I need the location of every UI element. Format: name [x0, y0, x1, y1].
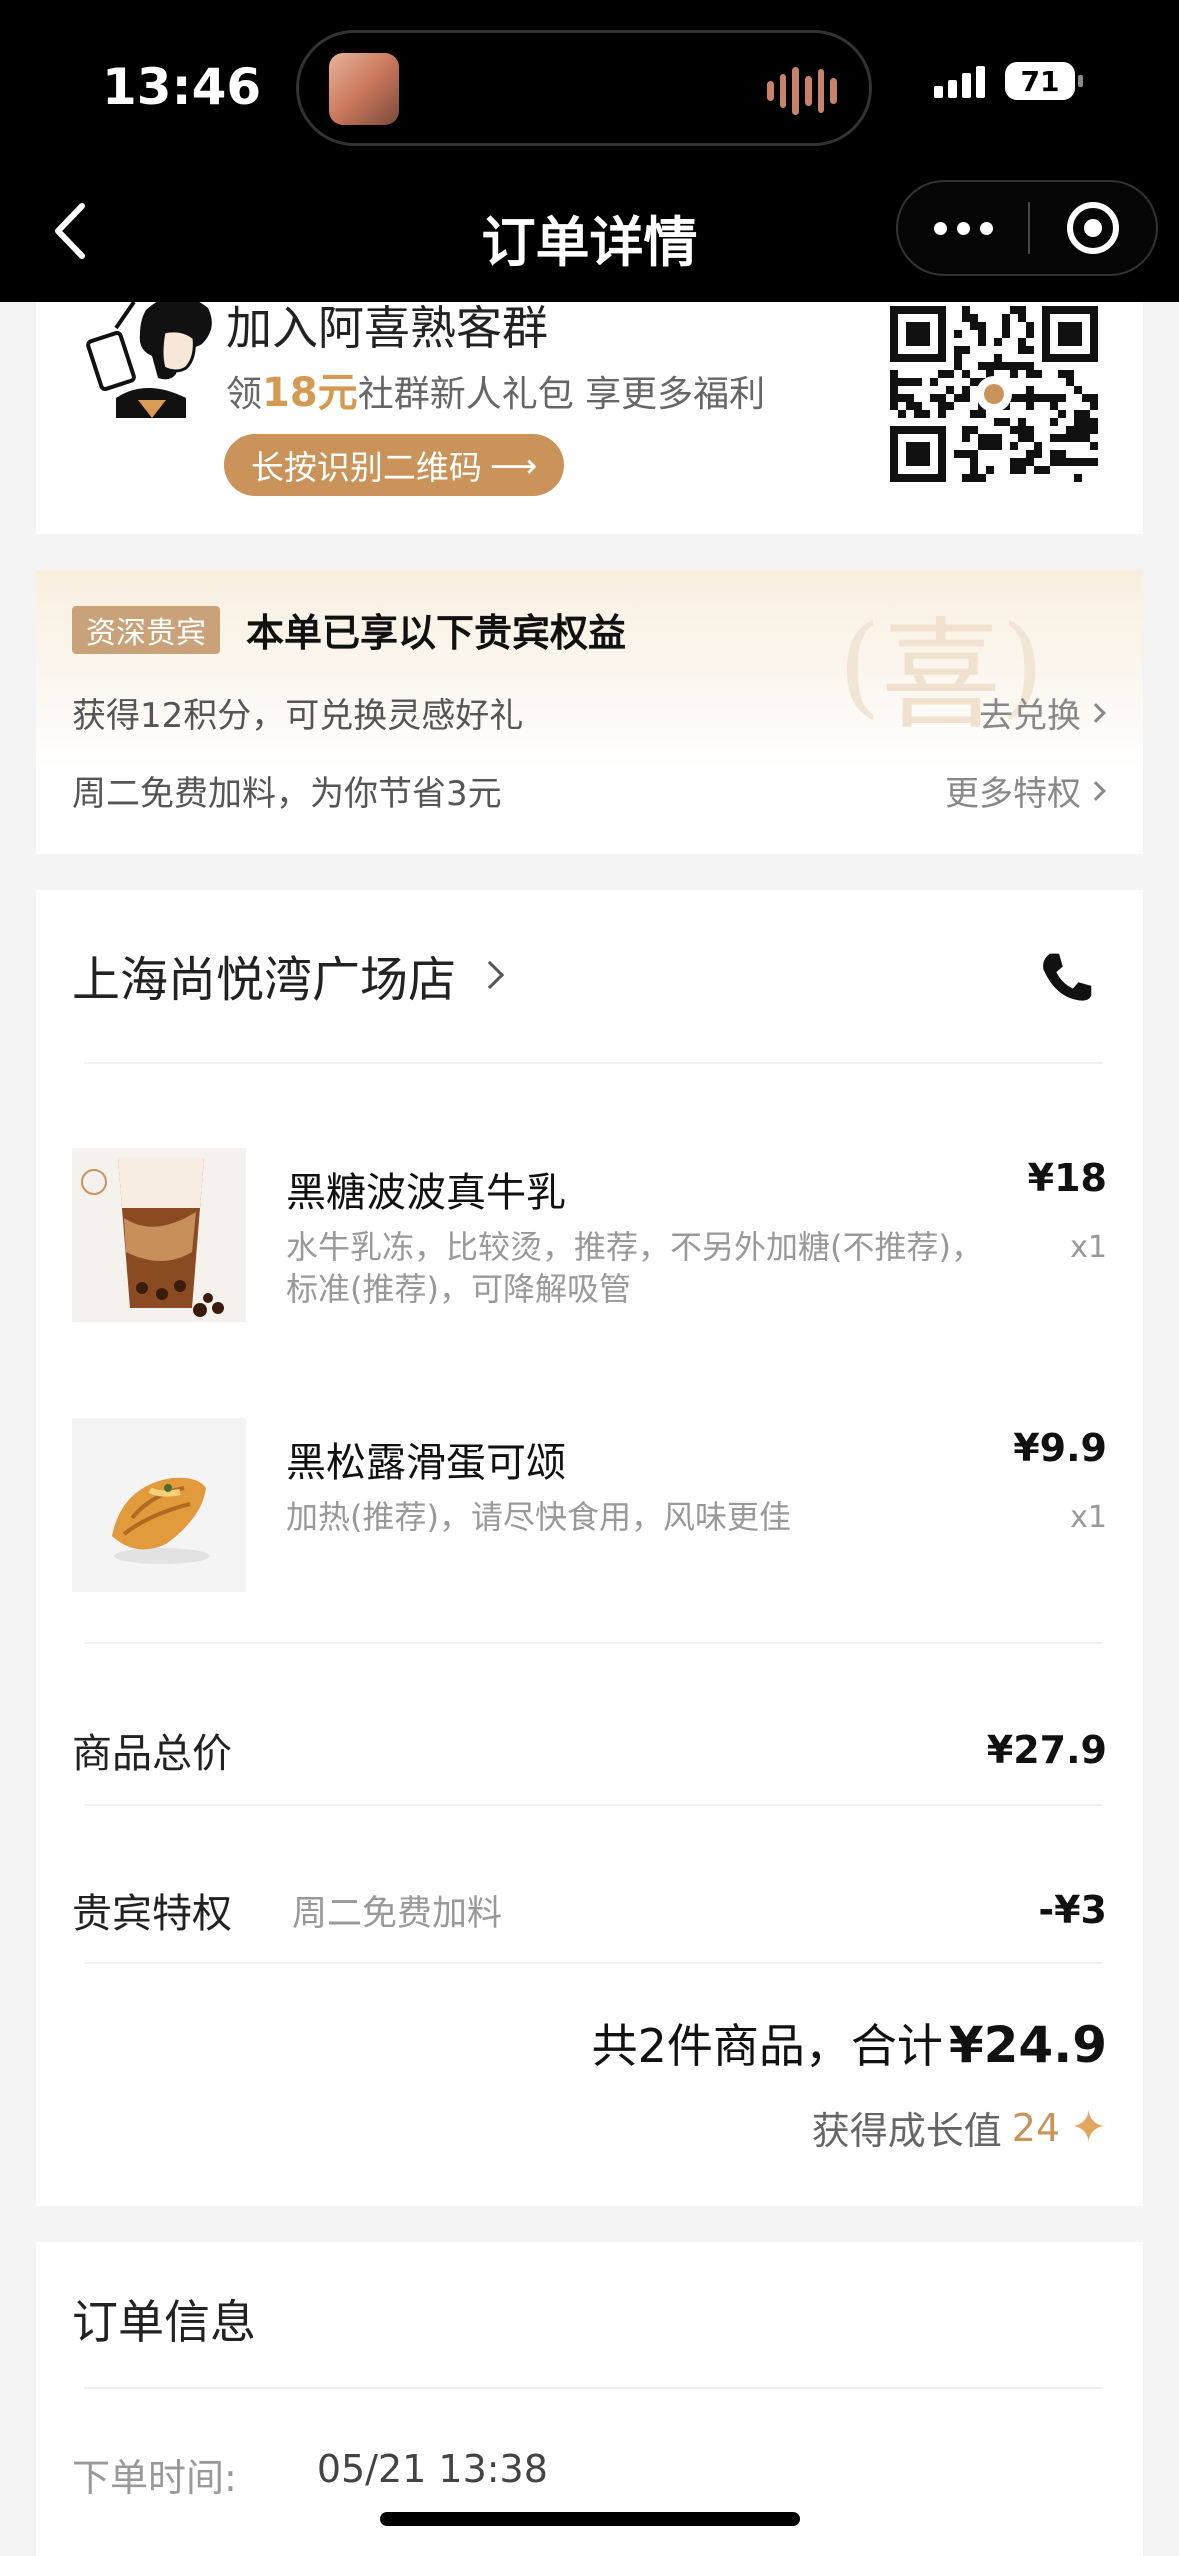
- home-indicator[interactable]: [380, 2512, 800, 2526]
- discount-note: 周二免费加料: [292, 1893, 503, 1934]
- phone-icon[interactable]: [1041, 950, 1097, 1006]
- status-indicators: 71: [934, 62, 1083, 100]
- item-options: 加热(推荐)，请尽快食用，风味更佳: [286, 1498, 791, 1536]
- vip-benefit-row: 获得12积分，可兑换灵感好礼 去兑换: [72, 688, 1106, 737]
- total-prefix: 共2件商品，合计: [591, 2019, 943, 2073]
- community-card: 加入阿喜熟客群 领18元社群新人礼包 享更多福利 长按识别二维码 ⟶: [36, 302, 1143, 534]
- store-name: 上海尚悦湾广场店: [72, 952, 457, 1008]
- order-total: 共2件商品，合计 ¥24.9: [592, 2010, 1107, 2076]
- growth-value: 24: [1011, 2105, 1061, 2150]
- discount-row: 贵宾特权 周二免费加料 -¥3: [72, 1880, 1107, 1940]
- top-bar: 13:46 71 订单详情: [0, 0, 1179, 302]
- order-info-title: 订单信息: [72, 2295, 256, 2349]
- order-time-label: 下单时间:: [72, 2456, 237, 2500]
- item-price: ¥9.9: [1013, 1426, 1107, 1470]
- vip-benefits-title: 本单已享以下贵宾权益: [246, 611, 627, 655]
- arrow-right-icon: ⟶: [489, 445, 538, 485]
- qr-code[interactable]: [870, 302, 1118, 502]
- redeem-link[interactable]: 去兑换: [979, 688, 1106, 737]
- scan-qr-label: 长按识别二维码: [250, 448, 482, 487]
- chevron-right-icon: [475, 960, 505, 990]
- subtotal-value: ¥27.9: [986, 1728, 1107, 1772]
- total-value: ¥24.9: [948, 2016, 1107, 2074]
- battery-level: 71: [1020, 64, 1060, 98]
- order-card: 上海尚悦湾广场店 黑糖波波真牛乳 水牛乳冻，比较烫，推荐，不另外加糖(不推荐)，…: [36, 890, 1143, 2206]
- store-name-link[interactable]: 上海尚悦湾广场店: [72, 940, 505, 1010]
- audio-waveform-icon: [767, 63, 838, 119]
- sparkle-icon: ✦: [1070, 2102, 1107, 2153]
- gift-amount: 18元: [262, 370, 358, 416]
- item-name: 黑糖波波真牛乳: [286, 1170, 566, 1216]
- scan-qr-button[interactable]: 长按识别二维码 ⟶: [224, 434, 564, 496]
- order-item[interactable]: 黑糖波波真牛乳 水牛乳冻，比较烫，推荐，不另外加糖(不推荐)，标准(推荐)，可降…: [72, 1148, 1107, 1328]
- product-image-croissant: [72, 1418, 246, 1592]
- divider: [84, 1962, 1103, 1964]
- battery-icon: 71: [1005, 62, 1083, 100]
- discount-label: 贵宾特权: [72, 1891, 232, 1937]
- status-time: 13:46: [102, 58, 262, 116]
- divider: [84, 1804, 1103, 1806]
- signal-icon: [934, 64, 985, 98]
- subtotal-label: 商品总价: [72, 1731, 232, 1777]
- close-mini-program-button[interactable]: [1030, 182, 1156, 274]
- dynamic-island[interactable]: [296, 30, 872, 146]
- order-info-card: 订单信息 下单时间: 05/21 13:38: [36, 2242, 1143, 2556]
- benefit-text: 周二免费加料，为你节省3元: [72, 774, 502, 814]
- vip-level-badge: 资深贵宾: [72, 606, 220, 654]
- benefit-text: 获得12积分，可兑换灵感好礼: [72, 696, 524, 736]
- item-name: 黑松露滑蛋可颂: [286, 1440, 566, 1486]
- vip-benefits-card: (喜) 资深贵宾 本单已享以下贵宾权益 获得12积分，可兑换灵感好礼 去兑换 周…: [36, 570, 1143, 854]
- divider: [84, 1062, 1103, 1064]
- divider: [84, 1642, 1103, 1644]
- item-price: ¥18: [1027, 1156, 1107, 1200]
- item-options: 水牛乳冻，比较烫，推荐，不另外加糖(不推荐)，标准(推荐)，可降解吸管: [286, 1228, 983, 1308]
- item-quantity: x1: [1070, 1500, 1107, 1535]
- vip-benefit-row: 周二免费加料，为你节省3元 更多特权: [72, 766, 1106, 815]
- more-icon[interactable]: [898, 182, 1028, 274]
- chevron-right-icon: [1086, 702, 1106, 723]
- product-image-milk-tea: [72, 1148, 246, 1322]
- order-time-row: 下单时间: 05/21 13:38: [72, 2447, 548, 2502]
- now-playing-artwork: [329, 53, 399, 125]
- discount-value: -¥3: [1038, 1888, 1107, 1932]
- growth-points: 获得成长值 24 ✦: [812, 2100, 1107, 2155]
- community-title: 加入阿喜熟客群: [226, 302, 548, 355]
- community-subtitle: 领18元社群新人礼包 享更多福利: [226, 370, 766, 416]
- divider: [84, 2387, 1103, 2389]
- item-quantity: x1: [1070, 1230, 1107, 1265]
- growth-label: 获得成长值: [811, 2109, 1002, 2153]
- more-privileges-link[interactable]: 更多特权: [945, 766, 1106, 815]
- mascot-icon: [86, 302, 212, 418]
- target-icon: [1067, 202, 1119, 254]
- order-item[interactable]: 黑松露滑蛋可颂 加热(推荐)，请尽快食用，风味更佳 ¥9.9 x1: [72, 1418, 1107, 1598]
- subtotal-row: 商品总价 ¥27.9: [72, 1720, 1107, 1780]
- order-time-value: 05/21 13:38: [316, 2447, 548, 2491]
- chevron-right-icon: [1086, 780, 1106, 801]
- mini-program-capsule: [896, 180, 1158, 276]
